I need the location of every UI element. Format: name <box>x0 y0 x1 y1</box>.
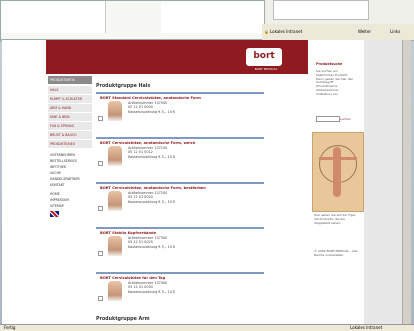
right-column: Produktsuche Sie suchen ein bestimmtes P… <box>308 40 364 324</box>
product-name[interactable]: BORT Cervicalstütze für den Tag <box>100 276 264 280</box>
copyright: © 2004 BORT MEDICAL · Alle Rechte vorbeh… <box>314 249 358 257</box>
product-info: Artikelnummer 137200 05 12 01 0020 Kasse… <box>128 191 176 204</box>
bort-logo[interactable]: bort <box>246 48 282 66</box>
status-right: Lokales Intranet <box>350 325 383 330</box>
background-window-2[interactable] <box>264 0 414 24</box>
product-image[interactable] <box>108 101 122 121</box>
site-header: bort BORT MEDICAL <box>46 40 308 74</box>
product-image[interactable] <box>108 191 122 211</box>
nav-item-rumpf[interactable]: RUMPF & SCHULTER <box>48 95 92 103</box>
website: bort BORT MEDICAL PRODUKTINFOS HALS RUMP… <box>46 40 308 324</box>
nav-item-brust[interactable]: BRUST & BAUCH <box>48 131 92 139</box>
left-margin <box>2 40 47 324</box>
product-checkbox[interactable] <box>98 161 103 166</box>
product-checkbox[interactable] <box>98 206 103 211</box>
product-divider <box>96 272 264 274</box>
window-pane-right <box>161 1 266 33</box>
product-info: Artikelnummer 137400 05 12 01 0030 Kasse… <box>128 281 176 294</box>
product-item: BORT Stabilo Kopfverbände Artikelnummer … <box>96 227 264 266</box>
ie-links-link[interactable]: Links <box>390 29 400 34</box>
product-checkbox[interactable] <box>98 116 103 121</box>
product-divider <box>96 137 264 139</box>
nav-item-knie[interactable]: KNIE & BEIN <box>48 113 92 121</box>
nav-link-sitemap[interactable]: SITEMAP <box>48 203 92 209</box>
ie-zone-label: Lokales Intranet <box>270 29 303 34</box>
lock-icon: 🔒 <box>264 29 269 34</box>
background-window[interactable] <box>0 0 274 40</box>
section-title-next: Produktgruppe Arm <box>96 317 150 322</box>
product-info: Artikelnummer 137300 05 12 01 0025 Kasse… <box>128 236 176 249</box>
nav-item-fuss[interactable]: FUß & SPRUNG <box>48 122 92 130</box>
browser-viewport: bort BORT MEDICAL PRODUKTINFOS HALS RUMP… <box>2 40 411 324</box>
status-left: Fertig <box>4 325 16 330</box>
nav-header[interactable]: PRODUKTINFOS <box>48 76 92 84</box>
figure-caption: Hier sehen Sie auf der Figur die Produkt… <box>314 213 356 225</box>
search-input[interactable] <box>316 116 340 122</box>
search-title: Produktsuche <box>316 62 343 66</box>
product-name[interactable]: BORT Cervicalstütze, anatomische Form, w… <box>100 141 264 145</box>
ie-toolbar: 🔒 Lokales Intranet Weiter Links <box>262 24 414 41</box>
product-info: Artikelnummer 137100 05 12 01 0012 Kasse… <box>128 146 176 159</box>
product-info: Artikelnummer 137000 05 12 01 0000 Kasse… <box>128 101 176 114</box>
uk-flag-icon[interactable] <box>50 211 59 217</box>
product-name[interactable]: BORT Standard Cervicalstütze, anatomisch… <box>100 96 264 100</box>
window-pane <box>273 0 369 20</box>
product-divider <box>96 227 264 229</box>
search-button[interactable]: suchen <box>340 117 351 121</box>
product-divider <box>96 182 264 184</box>
product-name[interactable]: BORT Stabilo Kopfverbände <box>100 231 264 235</box>
body-figure-image[interactable] <box>312 132 364 212</box>
product-item: BORT Cervicalstütze, anatomische Form, w… <box>96 137 264 176</box>
product-divider <box>96 92 264 94</box>
product-image[interactable] <box>108 146 122 166</box>
window-pane-left <box>1 1 106 33</box>
product-name[interactable]: BORT Cervicalstütze, anatomische Form, b… <box>100 186 264 190</box>
nav-item-neu[interactable]: PRODUKTE/NEU <box>48 140 92 148</box>
vertical-scrollbar[interactable] <box>402 40 411 324</box>
product-item: BORT Cervicalstütze für den Tag Artikeln… <box>96 272 264 311</box>
logo-subtitle: BORT MEDICAL <box>254 67 278 71</box>
product-item: BORT Cervicalstütze, anatomische Form, b… <box>96 182 264 221</box>
product-item: BORT Standard Cervicalstütze, anatomisch… <box>96 92 264 131</box>
product-image[interactable] <box>108 281 122 301</box>
ie-go-link[interactable]: Weiter <box>358 29 371 34</box>
nav-item-hals[interactable]: HALS <box>48 86 92 94</box>
sidebar-nav: PRODUKTINFOS HALS RUMPF & SCHULTER ARM &… <box>48 76 92 219</box>
search-help: Sie suchen ein bestimmtes Produkt? Dann … <box>316 69 354 96</box>
product-checkbox[interactable] <box>98 296 103 301</box>
nav-item-arm[interactable]: ARM & HAND <box>48 104 92 112</box>
main-content: Produktgruppe Hals BORT Standard Cervica… <box>96 84 264 322</box>
product-image[interactable] <box>108 236 122 256</box>
product-checkbox[interactable] <box>98 251 103 256</box>
page-title: Produktgruppe Hals <box>96 84 151 89</box>
